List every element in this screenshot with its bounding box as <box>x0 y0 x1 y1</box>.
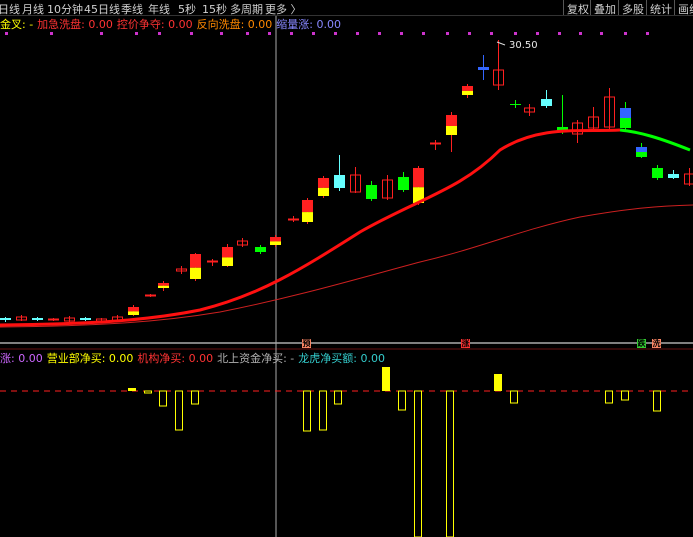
candle-body <box>620 118 631 128</box>
candle-body <box>270 237 281 242</box>
volume-bar <box>175 390 183 431</box>
candle-body <box>190 267 201 279</box>
candle-body <box>446 126 457 135</box>
signal-dot <box>100 32 103 35</box>
candle-body <box>288 218 299 221</box>
signal-dot <box>490 32 493 35</box>
candle-body <box>207 260 218 263</box>
signal-dot <box>246 32 249 35</box>
volume-bar <box>303 390 311 432</box>
signal-dot <box>378 32 381 35</box>
candle-body <box>32 318 43 320</box>
candle-body <box>430 142 441 145</box>
candle-body <box>222 257 233 266</box>
candle-body <box>478 67 489 70</box>
candle-body <box>684 173 693 185</box>
volume-bar <box>319 390 327 431</box>
signal-dot <box>646 32 649 35</box>
kline-chart[interactable] <box>0 0 693 537</box>
volume-bar <box>144 390 152 394</box>
signal-dot <box>579 32 582 35</box>
candle-body <box>302 200 313 213</box>
volume-bar <box>128 388 136 391</box>
candle-body <box>80 318 91 320</box>
candle-body <box>222 247 233 258</box>
volume-bar <box>605 390 613 404</box>
candle-body <box>366 185 377 199</box>
volume-bar <box>159 390 167 407</box>
candle-body <box>48 318 59 321</box>
candle-body <box>145 294 156 297</box>
signal-dot <box>334 32 337 35</box>
candle-body <box>158 285 169 288</box>
signal-dot <box>446 32 449 35</box>
signal-dot <box>468 32 471 35</box>
moving-average-thick-down <box>619 128 691 152</box>
candle-body <box>190 254 201 268</box>
peak-price-label: 30.50 <box>509 40 538 51</box>
candle-body <box>652 168 663 178</box>
signal-dot <box>135 32 138 35</box>
signal-dot <box>5 32 8 35</box>
candle-body <box>446 115 457 126</box>
sub-legend-item-2: 机构净买: 0.00 <box>137 352 214 365</box>
sub-legend-item-4: 龙虎净买额: 0.00 <box>298 352 385 365</box>
moving-average-thick <box>0 128 621 327</box>
signal-dot <box>624 32 627 35</box>
candle-body <box>636 152 647 157</box>
candle-body <box>462 86 473 91</box>
sub-legend-item-0: 涨: 0.00 <box>0 352 43 365</box>
sub-legend-item-3: 北上资金净买: - <box>217 352 295 365</box>
candle-body <box>128 307 139 312</box>
signal-marker-2: 跌 <box>637 339 646 348</box>
candle-body <box>270 241 281 245</box>
signal-dot <box>50 32 53 35</box>
volume-bar <box>653 390 661 412</box>
volume-bar <box>334 390 342 405</box>
candle-body <box>0 318 11 320</box>
candle-body <box>620 108 631 118</box>
candle-body <box>510 104 521 105</box>
signal-marker-3: 洗 <box>652 339 661 348</box>
volume-bar <box>510 390 518 404</box>
signal-dot <box>312 32 315 35</box>
candle-body <box>668 174 679 178</box>
candle-body <box>255 247 266 252</box>
signal-dot <box>536 32 539 35</box>
signal-dot <box>600 32 603 35</box>
candle-body <box>128 311 139 315</box>
sub-indicator-legend: 涨: 0.00 营业部净买: 0.00 机构净买: 0.00 北上资金净买: - 龙虎净… <box>0 350 389 365</box>
signal-marker-0: 预 <box>302 339 311 348</box>
candle-body <box>302 212 313 222</box>
volume-bar <box>414 390 422 537</box>
signal-dot <box>514 32 517 35</box>
signal-dot <box>158 32 161 35</box>
volume-bar <box>494 374 502 391</box>
candle-body <box>462 90 473 95</box>
candle-body <box>413 168 424 188</box>
volume-bar <box>382 367 390 391</box>
candle-body <box>541 99 552 106</box>
signal-dot <box>268 32 271 35</box>
signal-dot <box>558 32 561 35</box>
candle-body <box>318 187 329 196</box>
signal-dot <box>290 32 293 35</box>
signal-dot <box>422 32 425 35</box>
candle-body <box>636 147 647 152</box>
volume-bar <box>191 390 199 405</box>
volume-bar <box>398 390 406 411</box>
moving-average-thin <box>0 204 693 328</box>
candle-body <box>318 178 329 188</box>
candle-body <box>158 283 169 286</box>
signal-dot <box>400 32 403 35</box>
signal-dot <box>190 32 193 35</box>
candle-body <box>334 175 345 188</box>
signal-dot <box>220 32 223 35</box>
sub-legend-item-1: 营业部净买: 0.00 <box>46 352 134 365</box>
volume-bar <box>621 390 629 401</box>
signal-dot <box>356 32 359 35</box>
signal-marker-1: 涨 <box>461 339 470 348</box>
volume-bar <box>446 390 454 537</box>
candle-body <box>398 177 409 190</box>
